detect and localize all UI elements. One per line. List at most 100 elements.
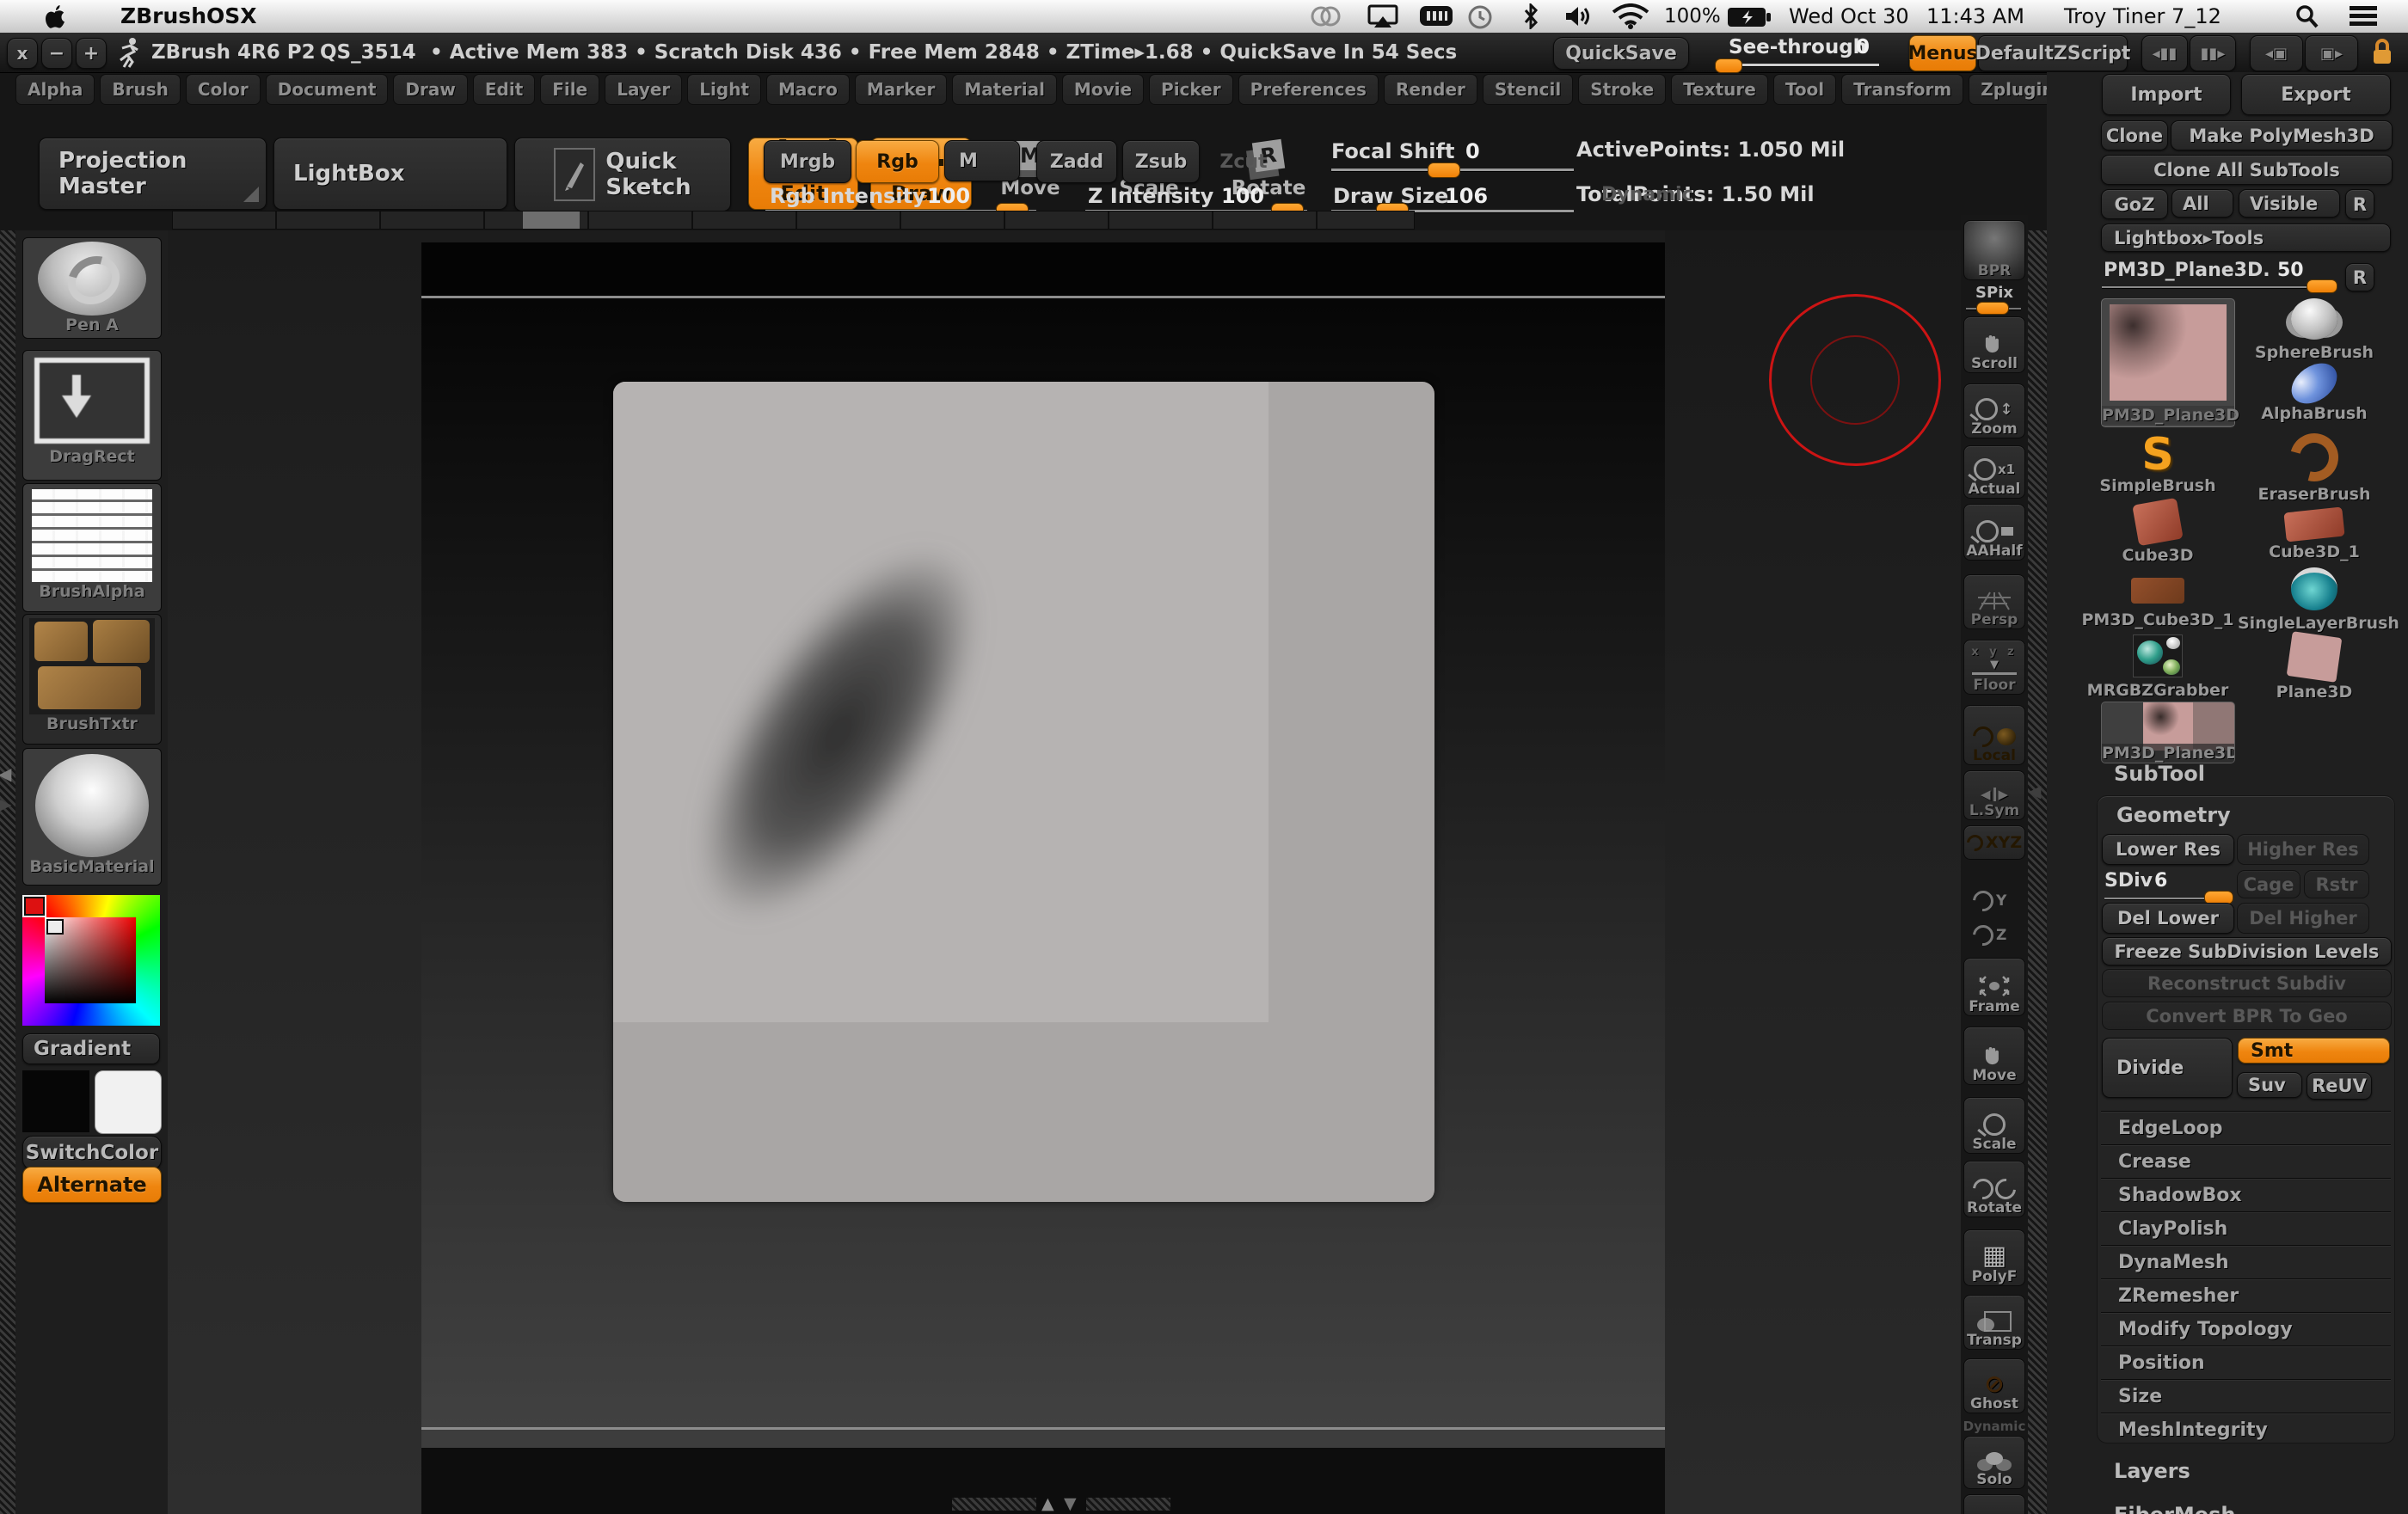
menu-edit[interactable]: Edit (473, 74, 535, 105)
current-material[interactable]: BasicMaterial (22, 748, 162, 886)
lock-icon[interactable] (2370, 38, 2394, 67)
handle-arrow-down-icon[interactable]: ▼ (1064, 1494, 1077, 1513)
menu-material[interactable]: Material (952, 74, 1057, 105)
local-button[interactable]: Local (1963, 705, 2025, 765)
tool-slot-alphabrush[interactable]: AlphaBrush (2238, 366, 2391, 430)
goz-visible-button[interactable]: Visible (2239, 189, 2340, 218)
section-position[interactable]: Position (2101, 1345, 2391, 1380)
default-zscript-button[interactable]: DefaultZScript (1978, 35, 2128, 71)
goz-all-button[interactable]: All (2172, 189, 2233, 218)
menu-movie[interactable]: Movie (1062, 74, 1144, 105)
frame-button[interactable]: Frame (1963, 958, 2025, 1016)
apple-menu-icon[interactable] (45, 4, 65, 28)
menu-layer[interactable]: Layer (605, 74, 682, 105)
palette-dock-right-button[interactable]: ▣▸ (2305, 35, 2358, 71)
scale-strip-button[interactable]: Scale (1963, 1097, 2025, 1154)
window-zoom-button[interactable]: + (76, 38, 107, 69)
solo-button[interactable]: Solo (1963, 1436, 2025, 1489)
spix-slider-knob[interactable] (1976, 302, 2009, 315)
current-brush[interactable]: Pen A (22, 237, 162, 339)
menubar-app-name[interactable]: ZBrushOSX (120, 3, 257, 28)
see-through-slider-knob[interactable] (1715, 58, 1742, 73)
divide-button[interactable]: Divide (2102, 1038, 2233, 1098)
switch-color-button[interactable]: SwitchColor (22, 1136, 162, 1170)
menu-texture[interactable]: Texture (1671, 74, 1768, 105)
mrgb-button[interactable]: Mrgb (764, 140, 851, 183)
tool-slot-pm3d-plane3d[interactable]: PM3D_Plane3D (2101, 702, 2235, 763)
import-button[interactable]: Import (2102, 74, 2231, 115)
wifi-icon[interactable] (1612, 3, 1649, 29)
menu-brush[interactable]: Brush (100, 74, 181, 105)
divider-left-button[interactable]: ◂▮▮ (2141, 35, 2188, 71)
shelf-scrollbar[interactable] (172, 211, 1415, 230)
polyf-button[interactable]: ▦ PolyF (1963, 1229, 2025, 1286)
menu-alpha[interactable]: Alpha (15, 74, 95, 105)
menu-preferences[interactable]: Preferences (1238, 74, 1379, 105)
active-tool-slider-knob[interactable] (2307, 279, 2337, 293)
section-shadowbox[interactable]: ShadowBox (2101, 1178, 2391, 1212)
sv-selector[interactable] (46, 919, 64, 935)
active-tool-r-button[interactable]: R (2345, 263, 2374, 291)
right-tray-divider[interactable]: ◀ (2028, 230, 2047, 1514)
tray-resize-handle-left[interactable] (952, 1498, 1036, 1511)
section-dynamesh[interactable]: DynaMesh (2101, 1245, 2391, 1279)
section-meshintegrity[interactable]: MeshIntegrity (2101, 1413, 2391, 1447)
rotate-strip-button[interactable]: Rotate (1963, 1161, 2025, 1217)
clone-all-subtools-button[interactable]: Clone All SubTools (2101, 155, 2393, 185)
persp-button[interactable]: Persp (1963, 574, 2025, 629)
zsub-button[interactable]: Zsub (1122, 140, 1200, 183)
fibermesh-section-header[interactable]: FiberMesh (2114, 1503, 2235, 1514)
clone-button[interactable]: Clone (2101, 120, 2168, 150)
quick-sketch-button[interactable]: Quick Sketch (514, 138, 731, 211)
goz-button[interactable]: GoZ (2101, 189, 2168, 219)
menu-macro[interactable]: Macro (766, 74, 850, 105)
section-claypolish[interactable]: ClayPolish (2101, 1211, 2391, 1246)
tool-slot-plane3d[interactable]: Plane3D (2238, 634, 2391, 698)
lower-res-button[interactable]: Lower Res (2102, 834, 2234, 865)
main-color-swatch[interactable] (24, 897, 45, 916)
section-size[interactable]: Size (2101, 1379, 2391, 1413)
current-texture[interactable]: BrushTxtr (22, 614, 162, 745)
actual-button[interactable]: x1 Actual (1963, 445, 2025, 499)
airplay-icon[interactable] (1366, 4, 1400, 28)
suv-button[interactable]: Suv (2237, 1072, 2302, 1098)
volume-icon[interactable] (1563, 4, 1593, 28)
menu-render[interactable]: Render (1384, 74, 1477, 105)
color-picker[interactable] (22, 895, 160, 1026)
notification-center-icon[interactable] (2350, 6, 2377, 27)
zoom-button[interactable]: ↕ Zoom (1963, 383, 2025, 438)
dynamic-label[interactable]: Dynamic (1601, 184, 1693, 205)
secondary-color-swatch[interactable] (95, 1070, 162, 1134)
menus-button[interactable]: Menus (1909, 35, 1976, 71)
section-zremesher[interactable]: ZRemesher (2101, 1278, 2391, 1313)
del-lower-button[interactable]: Del Lower (2102, 903, 2234, 934)
menubar-time[interactable]: 11:43 AM (1926, 4, 2024, 28)
aahalf-button[interactable]: AAHalf (1963, 504, 2025, 561)
section-edgeloop[interactable]: EdgeLoop (2101, 1111, 2391, 1145)
tool-slot-cube3d[interactable]: Cube3D (2081, 501, 2234, 565)
menu-stroke[interactable]: Stroke (1578, 74, 1666, 105)
bpr-button[interactable]: BPR (1963, 220, 2025, 280)
goz-r-button[interactable]: R (2345, 189, 2374, 219)
gradient-button[interactable]: Gradient (22, 1033, 160, 1064)
menubar-date[interactable]: Wed Oct 30 (1789, 4, 1909, 28)
export-button[interactable]: Export (2241, 74, 2391, 115)
tool-slot-spherebrush[interactable]: SphereBrush (2238, 298, 2391, 362)
active-tool-slider[interactable] (2102, 286, 2336, 289)
xyz-button[interactable]: XYZ (1963, 825, 2025, 860)
menu-document[interactable]: Document (266, 74, 389, 105)
alternate-button[interactable]: Alternate (22, 1167, 162, 1203)
sv-square[interactable] (45, 917, 136, 1003)
right-divider-arrow-icon[interactable]: ◀ (2028, 781, 2041, 801)
rotate-z-icon[interactable]: Z (1973, 925, 2006, 946)
window-close-button[interactable]: x (7, 38, 38, 69)
transp-button[interactable]: Transp (1963, 1295, 2025, 1350)
menu-color[interactable]: Color (186, 74, 261, 105)
main-color-large-swatch[interactable] (22, 1070, 89, 1132)
canvas[interactable]: ▲ ▼ (168, 230, 1961, 1514)
plane3d-active-surface[interactable] (613, 382, 1268, 1022)
time-machine-icon[interactable] (1467, 4, 1493, 30)
tool-slot-pm3d-cube3d-1[interactable]: PM3D_Cube3D_1 (2081, 567, 2234, 631)
section-crease[interactable]: Crease (2101, 1144, 2391, 1179)
partial-button[interactable] (1963, 1494, 2025, 1514)
